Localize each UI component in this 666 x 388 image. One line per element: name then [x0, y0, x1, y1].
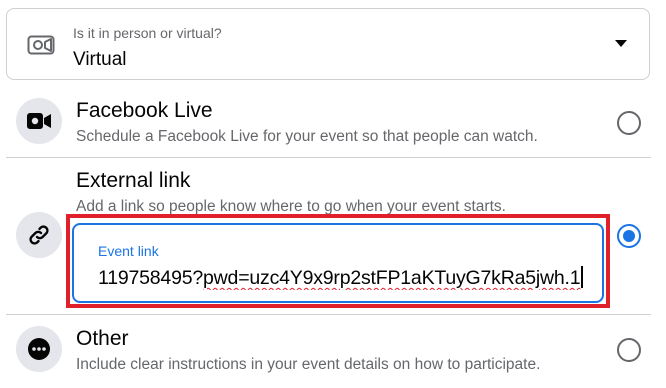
- video-camera-icon: [27, 113, 51, 129]
- radio-facebook-live[interactable]: [617, 111, 641, 135]
- caret-down-icon: [615, 40, 627, 47]
- select-label: Is it in person or virtual?: [73, 25, 222, 41]
- option-description: Schedule a Facebook Live for your event …: [76, 128, 538, 145]
- divider: [6, 314, 651, 315]
- event-link-value-prefix: 119758495?: [98, 267, 204, 289]
- radio-external-link[interactable]: [617, 224, 641, 248]
- option-other[interactable]: Other Include clear instructions in your…: [6, 316, 651, 388]
- event-link-input[interactable]: Event link 119758495?pwd=uzc4Y9x9rp2stFP…: [72, 223, 604, 303]
- option-description: Include clear instructions in your event…: [76, 356, 541, 373]
- text-cursor: [581, 266, 583, 288]
- more-dots-icon: [28, 338, 50, 360]
- link-icon: [29, 225, 49, 245]
- option-title: Other: [76, 327, 129, 350]
- video-camera-icon: [27, 35, 55, 55]
- radio-other[interactable]: [617, 338, 641, 362]
- event-link-label: Event link: [98, 243, 159, 259]
- location-type-select[interactable]: Is it in person or virtual? Virtual: [6, 8, 650, 80]
- option-facebook-live[interactable]: Facebook Live Schedule a Facebook Live f…: [6, 90, 651, 156]
- event-link-value-spellchecked: pwd=uzc4Y9x9rp2stFP1aKTuyG7kRa5jwh.1: [203, 267, 581, 289]
- option-title: External link: [76, 169, 191, 192]
- external-link-icon-wrap: [16, 212, 62, 258]
- event-link-value[interactable]: 119758495?pwd=uzc4Y9x9rp2stFP1aKTuyG7kRa…: [98, 266, 584, 290]
- facebook-live-icon-wrap: [16, 98, 62, 144]
- option-title: Facebook Live: [76, 99, 213, 122]
- select-value: Virtual: [73, 49, 127, 70]
- other-icon-wrap: [16, 326, 62, 372]
